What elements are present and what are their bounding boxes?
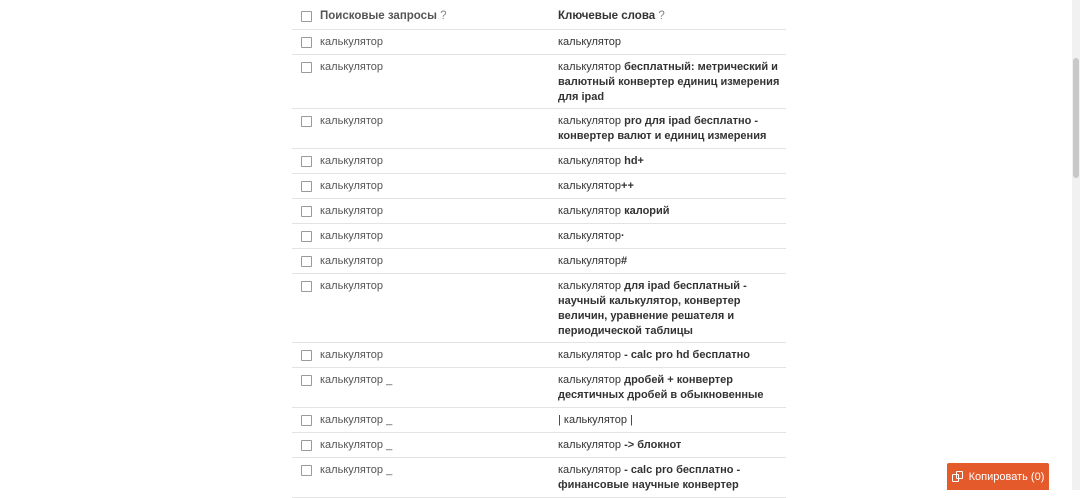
copy-icon bbox=[951, 470, 964, 483]
keyword-cell: калькулятор++ bbox=[558, 179, 786, 198]
select-all-checkbox[interactable] bbox=[300, 11, 312, 22]
row-checkbox[interactable] bbox=[300, 440, 312, 451]
keyword-cell: | калькулятор | bbox=[558, 413, 786, 432]
keyword-plain: калькулятор bbox=[558, 180, 622, 192]
search-query-cell: калькулятор bbox=[320, 155, 384, 167]
table-row[interactable]: калькулятор калькулятор pro для ipad бесп… bbox=[292, 109, 786, 149]
row-checkbox[interactable] bbox=[300, 156, 312, 167]
search-query-cell: калькулятор _ bbox=[320, 464, 393, 476]
keyword-plain: калькулятор bbox=[558, 439, 622, 451]
keyword-plain: калькулятор bbox=[558, 115, 622, 127]
keyword-cell: калькулятор hd+ bbox=[558, 154, 786, 173]
search-query-cell: калькулятор bbox=[320, 280, 384, 292]
keyword-bold: -> блокнот bbox=[621, 439, 682, 451]
search-query-cell: калькулятор bbox=[320, 180, 384, 192]
keyword-bold: калорий bbox=[621, 205, 670, 217]
table-row[interactable]: калькулятор _ калькулятор - calc pro бесп… bbox=[292, 458, 786, 498]
table-row[interactable]: калькулятор калькулятор· bbox=[292, 224, 786, 249]
keyword-plain: калькулятор bbox=[558, 280, 622, 292]
keyword-plain: калькулятор bbox=[558, 374, 622, 386]
row-checkbox[interactable] bbox=[300, 62, 312, 73]
keyword-cell: калькулятор· bbox=[558, 229, 786, 248]
keyword-plain: калькулятор bbox=[558, 155, 622, 167]
search-query-cell: калькулятор bbox=[320, 115, 384, 127]
row-checkbox[interactable] bbox=[300, 206, 312, 217]
table-row[interactable]: калькулятор калькулятор бесплатный: метри… bbox=[292, 55, 786, 109]
keyword-plain: калькулятор bbox=[558, 349, 622, 361]
keywords-table: Поисковые запросы ? Ключевые слова ? кал… bbox=[292, 0, 786, 498]
keyword-plain: | калькулятор | bbox=[558, 414, 633, 426]
search-query-cell: калькулятор bbox=[320, 205, 384, 217]
table-row[interactable]: калькулятор калькулятор++ bbox=[292, 174, 786, 199]
keyword-cell: калькулятор калорий bbox=[558, 204, 786, 223]
keyword-cell: калькулятор bbox=[558, 35, 786, 54]
keyword-cell: калькулятор - calc pro hd бесплатно bbox=[558, 348, 786, 367]
keyword-bold: · bbox=[621, 230, 625, 242]
keyword-bold: - calc pro hd бесплатно bbox=[621, 349, 750, 361]
row-checkbox[interactable] bbox=[300, 465, 312, 476]
keyword-cell: калькулятор pro для ipad бесплатно - кон… bbox=[558, 114, 786, 148]
scrollbar-thumb[interactable] bbox=[1073, 58, 1079, 178]
table-row[interactable]: калькулятор _ калькулятор дробей + конвер… bbox=[292, 368, 786, 408]
row-checkbox[interactable] bbox=[300, 350, 312, 361]
row-checkbox[interactable] bbox=[300, 231, 312, 242]
keyword-cell: калькулятор# bbox=[558, 254, 786, 273]
row-checkbox[interactable] bbox=[300, 256, 312, 267]
table-row[interactable]: калькулятор _ | калькулятор | bbox=[292, 408, 786, 433]
row-checkbox[interactable] bbox=[300, 116, 312, 127]
keyword-plain: калькулятор bbox=[558, 255, 622, 267]
search-query-cell: калькулятор bbox=[320, 349, 384, 361]
table-row[interactable]: калькулятор _ калькулятор -> блокнот bbox=[292, 433, 786, 458]
keyword-cell: калькулятор - calc pro бесплатно - финан… bbox=[558, 463, 786, 497]
queries-column-header: Поисковые запросы ? bbox=[320, 10, 447, 22]
keyword-bold: # bbox=[621, 255, 628, 267]
search-query-cell: калькулятор bbox=[320, 230, 384, 242]
table-row[interactable]: калькулятор калькулятор bbox=[292, 30, 786, 55]
keyword-plain: калькулятор bbox=[558, 36, 622, 48]
keyword-bold: hd+ bbox=[621, 155, 644, 167]
row-checkbox[interactable] bbox=[300, 415, 312, 426]
search-query-cell: калькулятор _ bbox=[320, 374, 393, 386]
scrollbar-track[interactable] bbox=[1072, 0, 1080, 490]
table-row[interactable]: калькулятор калькулятор калорий bbox=[292, 199, 786, 224]
copy-button[interactable]: Копировать (0) bbox=[947, 463, 1049, 490]
keyword-plain: калькулятор bbox=[558, 230, 622, 242]
search-query-cell: калькулятор bbox=[320, 255, 384, 267]
queries-help-icon[interactable]: ? bbox=[440, 10, 446, 22]
table-header: Поисковые запросы ? Ключевые слова ? bbox=[292, 0, 786, 30]
search-query-cell: калькулятор bbox=[320, 36, 384, 48]
row-checkbox[interactable] bbox=[300, 181, 312, 192]
keyword-bold: ++ bbox=[621, 180, 634, 192]
search-query-cell: калькулятор bbox=[320, 61, 384, 73]
keyword-cell: калькулятор -> блокнот bbox=[558, 438, 786, 457]
search-query-cell: калькулятор _ bbox=[320, 439, 393, 451]
keyword-plain: калькулятор bbox=[558, 464, 622, 476]
keyword-plain: калькулятор bbox=[558, 205, 622, 217]
row-checkbox[interactable] bbox=[300, 375, 312, 386]
row-checkbox[interactable] bbox=[300, 281, 312, 292]
keyword-cell: калькулятор бесплатный: метрический и ва… bbox=[558, 60, 786, 108]
keywords-column-header: Ключевые слова ? bbox=[558, 10, 665, 22]
table-row[interactable]: калькулятор калькулятор для ipad бесплатн… bbox=[292, 274, 786, 343]
table-row[interactable]: калькулятор калькулятор hd+ bbox=[292, 149, 786, 174]
search-query-cell: калькулятор _ bbox=[320, 414, 393, 426]
table-row[interactable]: калькулятор калькулятор# bbox=[292, 249, 786, 274]
keyword-plain: калькулятор bbox=[558, 61, 622, 73]
row-checkbox[interactable] bbox=[300, 37, 312, 48]
table-row[interactable]: калькулятор калькулятор - calc pro hd бес… bbox=[292, 343, 786, 368]
keyword-cell: калькулятор для ipad бесплатный - научны… bbox=[558, 279, 786, 342]
keywords-help-icon[interactable]: ? bbox=[658, 10, 664, 22]
keyword-cell: калькулятор дробей + конвертер десятичны… bbox=[558, 373, 786, 407]
